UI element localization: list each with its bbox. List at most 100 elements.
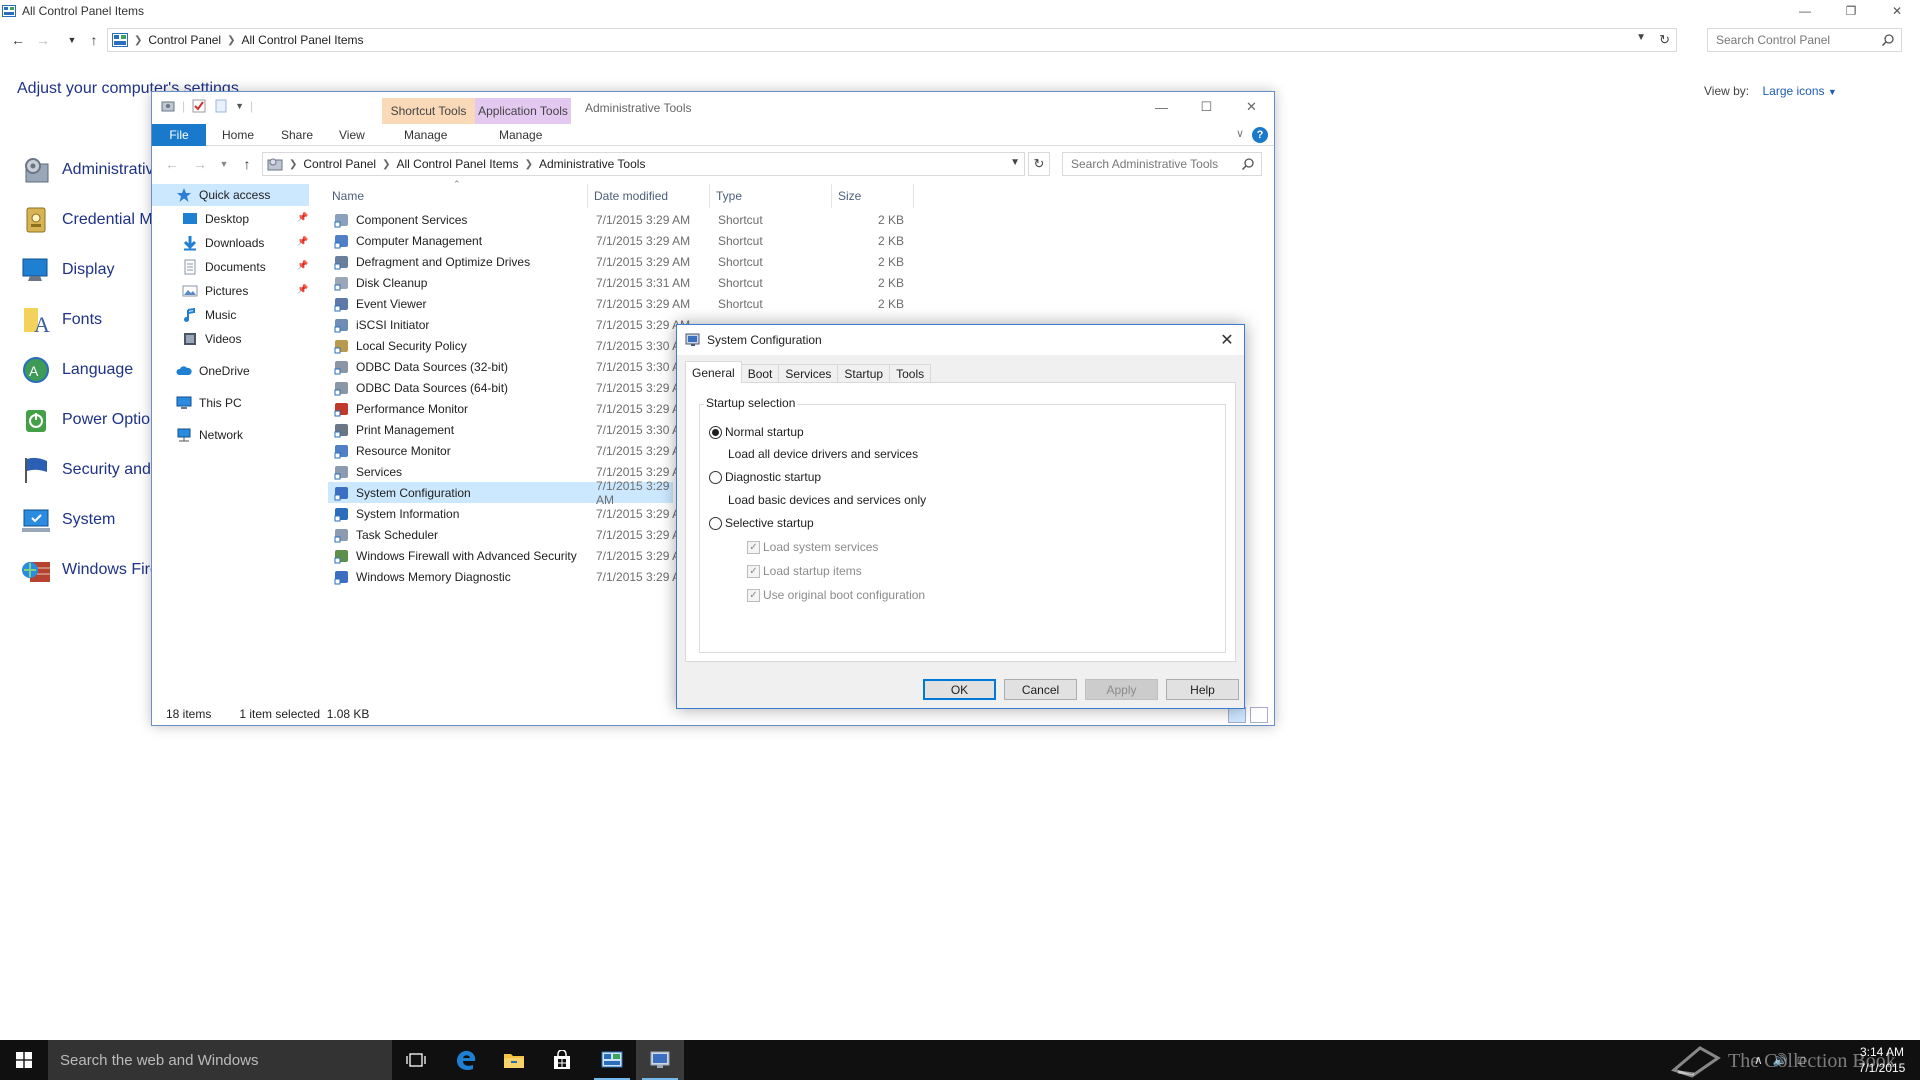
cancel-button[interactable]: Cancel xyxy=(1004,679,1077,700)
cp-item-power-options[interactable]: Power Optior xyxy=(20,400,155,440)
taskbar-store-button[interactable] xyxy=(538,1040,586,1080)
pin-icon[interactable]: 📌 xyxy=(297,284,308,295)
cp-item-credential-manager[interactable]: Credential M xyxy=(20,200,153,240)
customize-toolbar-chevron-icon[interactable]: ▼ xyxy=(235,101,244,111)
breadcrumb-control-panel[interactable]: Control Panel xyxy=(303,157,376,171)
close-button[interactable]: ✕ xyxy=(1229,92,1274,122)
table-row[interactable]: Event Viewer 7/1/2015 3:29 AM Shortcut 2 KB xyxy=(328,293,908,314)
tab-general[interactable]: General xyxy=(685,361,742,383)
up-arrow-icon[interactable]: ↑ xyxy=(84,30,104,50)
taskbar-search-box[interactable]: Search the web and Windows xyxy=(48,1040,392,1080)
breadcrumb-administrative-tools[interactable]: Administrative Tools xyxy=(539,157,646,171)
cp-item-windows-firewall[interactable]: Windows Fire xyxy=(20,550,159,590)
help-button[interactable]: Help xyxy=(1166,679,1239,700)
volume-icon[interactable]: 🔊 xyxy=(1773,1053,1788,1067)
column-header-date[interactable]: Date modified xyxy=(590,184,710,208)
tab-manage-shortcut[interactable]: Manage xyxy=(404,124,447,146)
tab-services[interactable]: Services xyxy=(778,364,839,383)
cp-item-language[interactable]: A Language xyxy=(20,350,133,390)
control-panel-address-bar[interactable]: ❯ Control Panel ❯ All Control Panel Item… xyxy=(107,28,1677,52)
new-folder-icon[interactable] xyxy=(213,98,229,114)
pin-icon[interactable]: 📌 xyxy=(297,212,308,223)
breadcrumb-all-items[interactable]: All Control Panel Items xyxy=(397,157,519,171)
column-header-name[interactable]: Name xyxy=(328,184,588,208)
taskbar-system-configuration-button[interactable] xyxy=(636,1040,684,1080)
tab-startup[interactable]: Startup xyxy=(837,364,891,383)
apply-button[interactable]: Apply xyxy=(1085,679,1158,700)
column-header-type[interactable]: Type xyxy=(712,184,832,208)
diagnostic-startup-radio[interactable]: Diagnostic startup xyxy=(709,470,821,484)
nav-this-pc[interactable]: This PC xyxy=(176,392,242,414)
help-icon[interactable]: ? xyxy=(1252,127,1268,143)
explorer-search-input[interactable]: Search Administrative Tools xyxy=(1062,152,1262,176)
address-dropdown-icon[interactable]: ▼ xyxy=(1010,157,1020,168)
nav-downloads[interactable]: Downloads 📌 xyxy=(182,232,308,254)
normal-startup-radio[interactable]: Normal startup xyxy=(709,425,804,439)
table-row[interactable]: System Configuration 7/1/2015 3:29 AM xyxy=(328,479,673,507)
refresh-icon[interactable]: ↻ xyxy=(1659,32,1670,48)
recent-locations-chevron-icon[interactable]: ▼ xyxy=(62,30,82,50)
cp-item-administrative-tools[interactable]: Administrativ xyxy=(20,150,154,190)
back-arrow-icon[interactable]: ← xyxy=(162,154,182,174)
close-button[interactable]: ✕ xyxy=(1210,325,1244,355)
up-arrow-icon[interactable]: ↑ xyxy=(237,154,257,174)
load-startup-items-checkbox[interactable]: ✓ Load startup items xyxy=(747,564,862,578)
cp-item-display[interactable]: Display xyxy=(20,250,114,290)
forward-arrow-icon[interactable]: → xyxy=(33,30,53,50)
nav-network[interactable]: Network xyxy=(176,424,243,446)
nav-pictures[interactable]: Pictures 📌 xyxy=(182,280,308,302)
tab-file[interactable]: File xyxy=(152,124,206,146)
minimize-button[interactable]: — xyxy=(1782,0,1828,22)
action-center-icon[interactable]: □ xyxy=(1798,1053,1805,1067)
nav-music[interactable]: Music xyxy=(182,304,236,326)
maximize-button[interactable]: ☐ xyxy=(1184,92,1229,122)
task-view-button[interactable] xyxy=(392,1040,440,1080)
minimize-button[interactable]: — xyxy=(1139,92,1184,122)
tab-boot[interactable]: Boot xyxy=(740,364,780,383)
checkmark-properties-icon[interactable] xyxy=(191,98,207,114)
table-row[interactable]: Computer Management 7/1/2015 3:29 AM Short… xyxy=(328,230,908,251)
show-hidden-icons-chevron-icon[interactable]: ∧ xyxy=(1754,1053,1763,1067)
nav-documents[interactable]: Documents 📌 xyxy=(182,256,308,278)
taskbar-clock[interactable]: 3:14 AM 7/1/2015 xyxy=(1857,1044,1907,1076)
taskbar-control-panel-button[interactable] xyxy=(588,1040,636,1080)
cp-item-fonts[interactable]: A Fonts xyxy=(20,300,102,340)
details-view-button[interactable] xyxy=(1228,707,1246,723)
taskbar-file-explorer-button[interactable] xyxy=(490,1040,538,1080)
table-row[interactable]: Disk Cleanup 7/1/2015 3:31 AM Shortcut 2 KB xyxy=(328,272,908,293)
view-by-dropdown[interactable]: Large icons ▼ xyxy=(1762,84,1836,98)
pin-icon[interactable]: 📌 xyxy=(297,260,308,271)
nav-onedrive[interactable]: OneDrive xyxy=(176,360,250,382)
nav-desktop[interactable]: Desktop 📌 xyxy=(182,208,308,230)
tab-view[interactable]: View xyxy=(339,124,365,146)
cp-item-system[interactable]: System xyxy=(20,500,115,540)
forward-arrow-icon[interactable]: → xyxy=(190,154,210,174)
control-panel-search-input[interactable]: Search Control Panel xyxy=(1707,28,1902,52)
refresh-button[interactable]: ↻ xyxy=(1028,152,1050,176)
cp-item-security-maintenance[interactable]: Security and xyxy=(20,450,151,490)
tab-tools[interactable]: Tools xyxy=(889,364,932,383)
close-button[interactable]: ✕ xyxy=(1874,0,1920,22)
address-dropdown-icon[interactable]: ▼ xyxy=(1636,32,1646,43)
breadcrumb-control-panel[interactable]: Control Panel xyxy=(148,33,221,47)
properties-icon[interactable] xyxy=(160,98,176,114)
explorer-address-bar[interactable]: ❯ Control Panel ❯ All Control Panel Item… xyxy=(262,152,1025,176)
column-header-size[interactable]: Size xyxy=(834,184,914,208)
tab-home[interactable]: Home xyxy=(222,124,254,146)
taskbar-edge-button[interactable] xyxy=(442,1040,490,1080)
load-system-services-checkbox[interactable]: ✓ Load system services xyxy=(747,540,878,554)
nav-quick-access[interactable]: Quick access xyxy=(152,184,309,206)
breadcrumb-all-items[interactable]: All Control Panel Items xyxy=(242,33,364,47)
recent-locations-chevron-icon[interactable]: ▼ xyxy=(214,154,234,174)
nav-videos[interactable]: Videos xyxy=(182,328,241,350)
restore-button[interactable]: ❐ xyxy=(1828,0,1874,22)
back-arrow-icon[interactable]: ← xyxy=(8,30,28,50)
start-button[interactable] xyxy=(0,1040,48,1080)
tab-manage-application[interactable]: Manage xyxy=(499,124,542,146)
expand-ribbon-chevron-icon[interactable]: ∨ xyxy=(1236,127,1244,140)
selective-startup-radio[interactable]: Selective startup xyxy=(709,516,814,530)
large-icons-view-button[interactable] xyxy=(1250,707,1268,723)
use-original-boot-config-checkbox[interactable]: ✓ Use original boot configuration xyxy=(747,588,925,602)
table-row[interactable]: Component Services 7/1/2015 3:29 AM Shortc… xyxy=(328,209,908,230)
table-row[interactable]: Defragment and Optimize Drives 7/1/2015 3… xyxy=(328,251,908,272)
